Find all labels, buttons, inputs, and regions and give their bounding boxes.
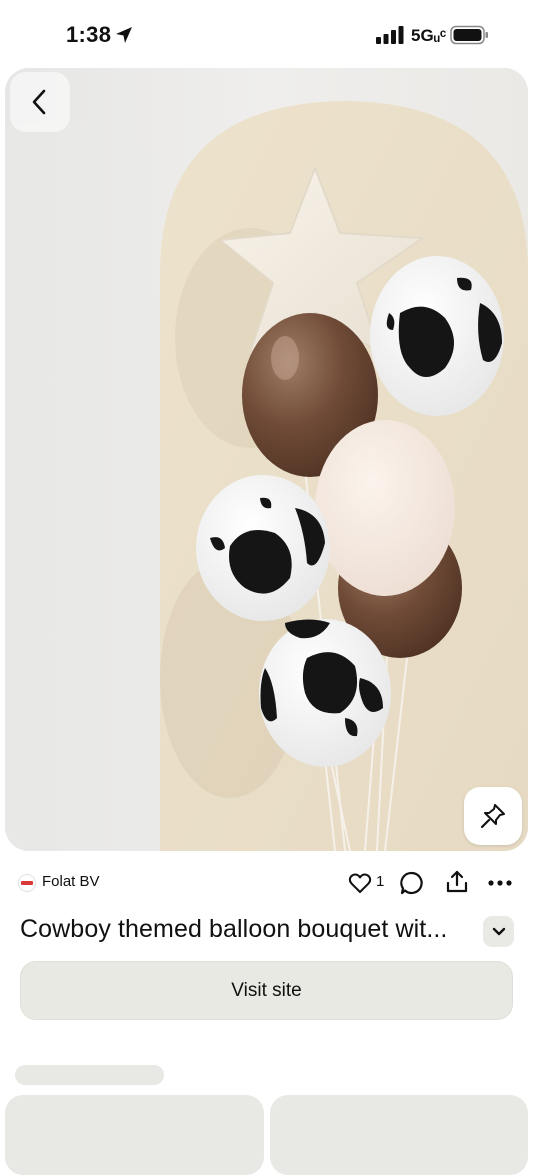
balloon-bouquet-image xyxy=(5,68,528,851)
status-bar: 1:38 5Gᵤᶜ xyxy=(0,0,533,66)
creator-avatar[interactable] xyxy=(18,874,36,892)
battery-icon xyxy=(450,25,488,45)
signal-icon xyxy=(376,26,404,44)
heart-outline-icon[interactable] xyxy=(348,871,372,895)
loading-placeholder-bar xyxy=(15,1065,164,1085)
network-label: 5Gᵤᶜ xyxy=(411,26,447,45)
ellipsis-icon[interactable] xyxy=(487,871,513,895)
loading-placeholder-card xyxy=(5,1095,264,1175)
share-upload-icon[interactable] xyxy=(444,869,470,895)
pin-save-button[interactable] xyxy=(464,787,522,845)
visit-site-button[interactable]: Visit site xyxy=(20,961,513,1020)
pushpin-icon xyxy=(480,804,505,829)
location-arrow-icon xyxy=(116,27,132,43)
pin-title: Cowboy themed balloon bouquet wit... xyxy=(20,915,448,943)
like-count: 1 xyxy=(376,873,385,890)
creator-row: Folat BV 1 xyxy=(0,862,533,902)
chevron-left-icon xyxy=(32,89,46,115)
speech-bubble-icon[interactable] xyxy=(399,870,425,896)
status-time: 1:38 xyxy=(66,22,112,47)
creator-logo xyxy=(21,881,33,885)
pin-image[interactable] xyxy=(5,68,528,851)
loading-placeholder-card xyxy=(270,1095,528,1175)
expand-title-button[interactable] xyxy=(483,916,514,947)
creator-name[interactable]: Folat BV xyxy=(42,873,100,890)
chevron-down-icon xyxy=(492,927,505,935)
back-button[interactable] xyxy=(10,72,70,132)
